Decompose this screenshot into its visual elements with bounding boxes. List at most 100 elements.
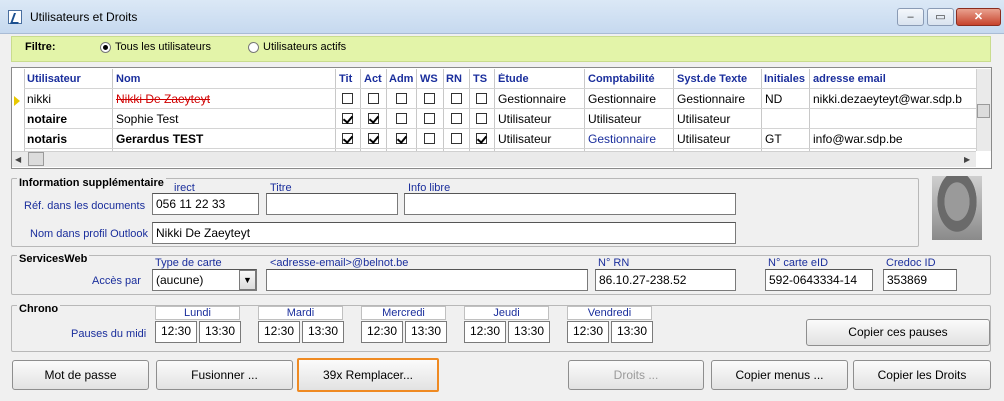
day-label-mardi: Mardi: [258, 306, 343, 320]
cell-email[interactable]: nikki.dezaeyteyt@war.sdp.b: [813, 92, 975, 111]
col-header-act[interactable]: Act: [364, 73, 386, 91]
col-header-texte[interactable]: Syst.de Texte: [677, 73, 761, 91]
horizontal-scrollbar[interactable]: [12, 151, 976, 167]
cell-texte[interactable]: Utilisateur: [677, 132, 761, 151]
grid-divider: [809, 69, 810, 151]
col-header-adm[interactable]: Adm: [389, 73, 416, 91]
scroll-right-icon[interactable]: ▶: [964, 155, 970, 164]
grid-divider: [584, 69, 585, 151]
cell-etude[interactable]: Utilisateur: [498, 132, 584, 151]
checkbox-act[interactable]: [368, 93, 379, 104]
cell-etude[interactable]: Gestionnaire: [498, 92, 584, 111]
chevron-down-icon[interactable]: ▼: [239, 270, 256, 290]
grid-divider: [416, 69, 417, 151]
credoc-field[interactable]: 353869: [883, 269, 957, 291]
access-by-label: Accès par: [92, 275, 141, 287]
checkbox-adm[interactable]: [396, 93, 407, 104]
merge-button[interactable]: Fusionner ...: [156, 360, 293, 390]
minimize-button[interactable]: –: [897, 8, 924, 26]
password-button[interactable]: Mot de passe: [12, 360, 149, 390]
direct-phone-field[interactable]: 056 11 22 33: [152, 193, 259, 215]
restore-button[interactable]: ▭: [927, 8, 954, 26]
checkbox-ws[interactable]: [424, 113, 435, 124]
radio-all-users[interactable]: [100, 42, 111, 53]
checkbox-tit[interactable]: [342, 113, 353, 124]
cell-compta[interactable]: Utilisateur: [588, 112, 673, 131]
checkbox-act[interactable]: [368, 113, 379, 124]
info-libre-field[interactable]: [404, 193, 736, 215]
checkbox-adm[interactable]: [396, 113, 407, 124]
cell-initiales[interactable]: ND: [765, 92, 809, 111]
checkbox-tit[interactable]: [342, 93, 353, 104]
checkbox-rn[interactable]: [451, 93, 462, 104]
cell-name[interactable]: Sophie Test: [116, 112, 334, 131]
col-header-ts[interactable]: TS: [473, 73, 493, 91]
checkbox-adm[interactable]: [396, 133, 407, 144]
replace-button[interactable]: 39x Remplacer...: [297, 358, 439, 392]
cell-user[interactable]: notaris: [27, 132, 111, 151]
cell-email[interactable]: [813, 112, 975, 131]
user-photo[interactable]: [932, 176, 982, 240]
checkbox-ts[interactable]: [476, 93, 487, 104]
copy-rights-button[interactable]: Copier les Droits: [853, 360, 991, 390]
copy-pauses-button[interactable]: Copier ces pauses: [806, 319, 990, 346]
pause-end-mercredi[interactable]: 13:30: [405, 321, 447, 343]
checkbox-rn[interactable]: [451, 133, 462, 144]
checkbox-ws[interactable]: [424, 93, 435, 104]
cell-texte[interactable]: Gestionnaire: [677, 92, 761, 111]
cell-user[interactable]: notaire: [27, 112, 111, 131]
pause-end-lundi[interactable]: 13:30: [199, 321, 241, 343]
col-header-ws[interactable]: WS: [420, 73, 443, 91]
cell-email[interactable]: info@war.sdp.be: [813, 132, 975, 151]
pause-start-lundi[interactable]: 12:30: [155, 321, 197, 343]
pause-start-vendredi[interactable]: 12:30: [567, 321, 609, 343]
lunch-breaks-label: Pauses du midi: [71, 328, 147, 340]
pause-end-jeudi[interactable]: 13:30: [508, 321, 550, 343]
pause-start-mercredi[interactable]: 12:30: [361, 321, 403, 343]
radio-active-users[interactable]: [248, 42, 259, 53]
cell-name[interactable]: Gerardus TEST: [116, 132, 334, 151]
cell-initiales[interactable]: [765, 112, 809, 131]
outlook-name-field[interactable]: Nikki De Zaeyteyt: [152, 222, 736, 244]
checkbox-rn[interactable]: [451, 113, 462, 124]
col-header-tit[interactable]: Tit: [339, 73, 359, 91]
grid-divider: [494, 69, 495, 151]
cell-etude[interactable]: Utilisateur: [498, 112, 584, 131]
checkbox-ts[interactable]: [476, 133, 487, 144]
eid-field[interactable]: 592-0643334-14: [765, 269, 873, 291]
col-header-initiales[interactable]: Initiales: [764, 73, 809, 91]
checkbox-ts[interactable]: [476, 113, 487, 124]
col-header-user[interactable]: Utilisateur: [27, 73, 111, 91]
col-header-etude[interactable]: Étude: [498, 73, 584, 91]
col-header-email[interactable]: adresse email: [813, 73, 975, 91]
rn-field[interactable]: 86.10.27-238.52: [595, 269, 736, 291]
pause-start-jeudi[interactable]: 12:30: [464, 321, 506, 343]
cell-user[interactable]: nikki: [27, 92, 111, 111]
vertical-scroll-thumb[interactable]: [977, 104, 990, 118]
col-header-rn[interactable]: RN: [446, 73, 468, 91]
cell-compta[interactable]: Gestionnaire: [588, 132, 673, 151]
checkbox-ws[interactable]: [424, 133, 435, 144]
close-button[interactable]: ✕: [956, 8, 1001, 26]
cell-compta[interactable]: Gestionnaire: [588, 92, 673, 111]
scroll-left-icon[interactable]: ◀: [15, 155, 21, 164]
copy-menus-button[interactable]: Copier menus ...: [711, 360, 848, 390]
cell-initiales[interactable]: GT: [765, 132, 809, 151]
radio-all-users-label[interactable]: Tous les utilisateurs: [115, 41, 211, 53]
cell-name[interactable]: Nikki De Zaeyteyt: [116, 92, 334, 111]
horizontal-scroll-thumb[interactable]: [28, 152, 44, 166]
radio-active-users-label[interactable]: Utilisateurs actifs: [263, 41, 346, 53]
col-header-compta[interactable]: Comptabilité: [588, 73, 673, 91]
col-header-name[interactable]: Nom: [116, 73, 334, 91]
grid-divider: [443, 69, 444, 151]
pause-end-vendredi[interactable]: 13:30: [611, 321, 653, 343]
checkbox-act[interactable]: [368, 133, 379, 144]
cell-texte[interactable]: Utilisateur: [677, 112, 761, 131]
titre-field[interactable]: [266, 193, 398, 215]
grid-divider: [469, 69, 470, 151]
rights-button[interactable]: Droits ...: [568, 360, 704, 390]
belnot-email-field[interactable]: [266, 269, 588, 291]
pause-end-mardi[interactable]: 13:30: [302, 321, 344, 343]
checkbox-tit[interactable]: [342, 133, 353, 144]
pause-start-mardi[interactable]: 12:30: [258, 321, 300, 343]
